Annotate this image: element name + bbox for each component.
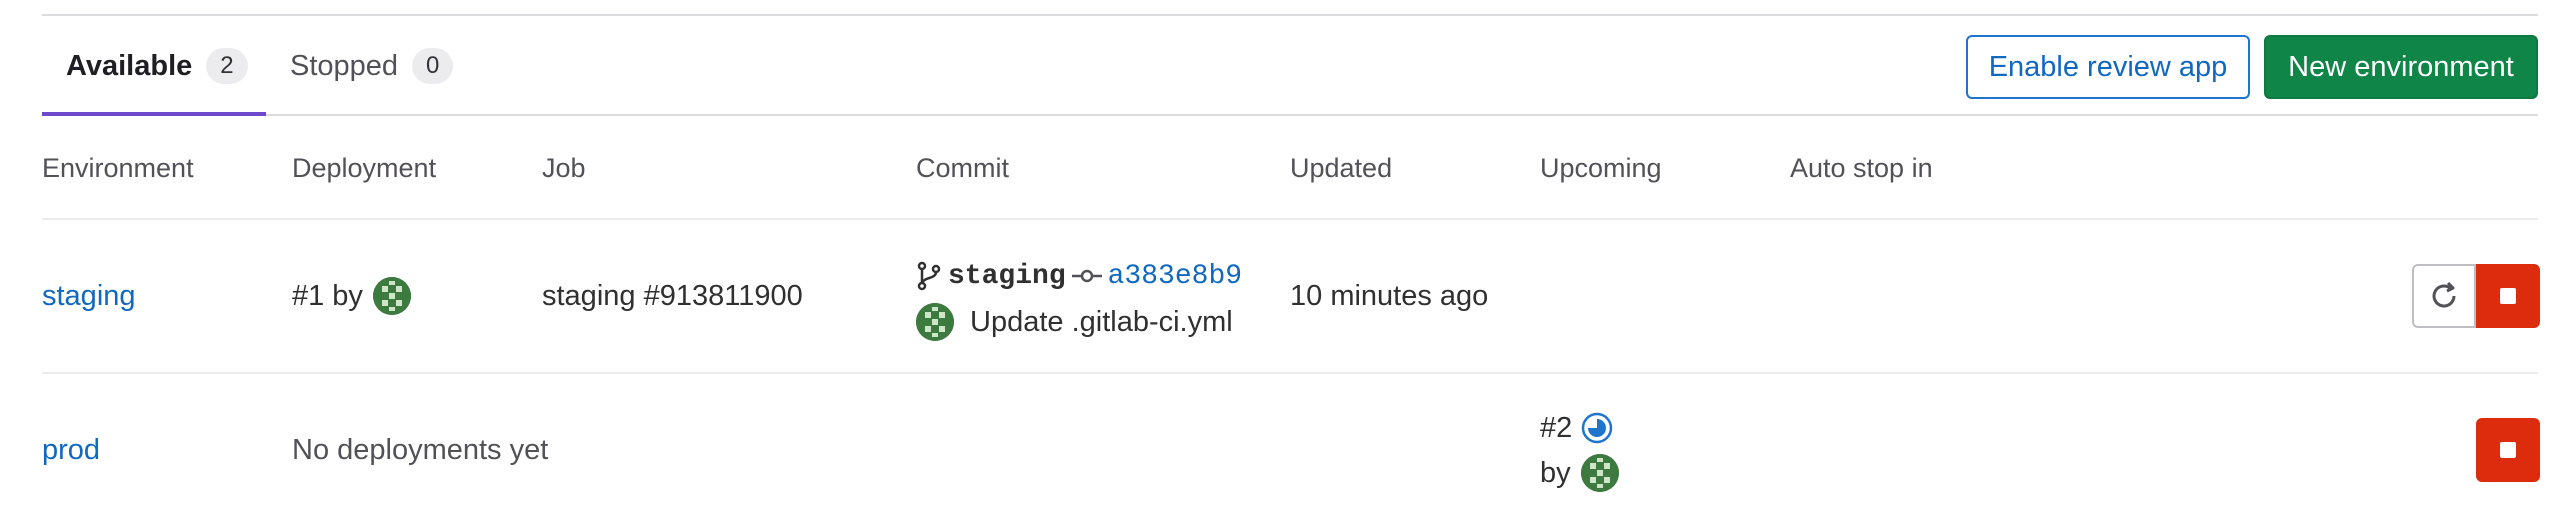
avatar[interactable] xyxy=(916,303,954,341)
commit-ref-link[interactable]: staging xyxy=(948,261,1066,292)
commit-sha-link[interactable]: a383e8b9 xyxy=(1108,261,1242,292)
table-row: staging #1 by staging #913811900 staging… xyxy=(42,220,2540,374)
new-environment-button[interactable]: New environment xyxy=(2264,35,2538,99)
upcoming-by-line: by xyxy=(1540,450,1619,496)
header-commit: Commit xyxy=(916,152,1009,183)
stop-environment-button[interactable] xyxy=(2476,264,2540,328)
tab-available-label: Available xyxy=(66,49,193,82)
deployment-by: by xyxy=(332,279,363,312)
deployment-cell: #1 by xyxy=(292,220,411,372)
stop-icon xyxy=(2500,442,2516,458)
avatar[interactable] xyxy=(372,277,411,315)
tab-stopped[interactable]: Stopped 0 xyxy=(290,16,454,116)
status-running-icon xyxy=(1580,411,1614,445)
header-updated: Updated xyxy=(1290,152,1393,183)
deployment-id: #1 xyxy=(292,279,325,312)
header-job: Job xyxy=(542,152,586,183)
commit-ref-line: staging a383e8b9 xyxy=(916,256,1242,296)
table-header: Environment Deployment Job Commit Update… xyxy=(42,118,2538,220)
header-upcoming: Upcoming xyxy=(1540,152,1662,183)
branch-icon xyxy=(916,261,942,291)
stop-environment-button[interactable] xyxy=(2476,418,2540,482)
commit-icon xyxy=(1071,266,1102,286)
environment-link-staging[interactable]: staging xyxy=(42,220,136,372)
environments-tabbar: Available 2 Stopped 0 Enable review app … xyxy=(42,16,2538,116)
header-auto-stop: Auto stop in xyxy=(1790,152,1933,183)
avatar-pattern-icon xyxy=(916,303,954,341)
environment-link-prod[interactable]: prod xyxy=(42,374,100,526)
avatar-pattern-icon xyxy=(1580,454,1619,492)
tab-stopped-count: 0 xyxy=(412,48,454,84)
table-row: prod No deployments yet #2 by xyxy=(42,374,2540,528)
commit-title-line: Update .gitlab-ci.yml xyxy=(916,300,1233,344)
header-deployment: Deployment xyxy=(292,152,437,183)
stop-icon xyxy=(2500,288,2516,304)
enable-review-app-button[interactable]: Enable review app xyxy=(1966,35,2250,99)
row-actions xyxy=(2412,264,2540,328)
upcoming-id[interactable]: #2 xyxy=(1540,412,1572,445)
avatar[interactable] xyxy=(1580,454,1619,492)
updated-time: 10 minutes ago xyxy=(1290,279,1489,312)
upcoming-by: by xyxy=(1540,456,1571,489)
upcoming-deployment-line: #2 xyxy=(1540,406,1614,450)
tab-available[interactable]: Available 2 xyxy=(66,16,248,116)
job-link[interactable]: staging #913811900 xyxy=(542,220,803,372)
retry-icon xyxy=(2427,279,2461,313)
commit-title-link[interactable]: Update .gitlab-ci.yml xyxy=(970,306,1233,339)
active-tab-indicator xyxy=(42,112,266,116)
row-actions xyxy=(2476,418,2540,482)
tab-stopped-label: Stopped xyxy=(290,49,399,82)
tab-available-count: 2 xyxy=(206,48,248,84)
deployment-empty-text: No deployments yet xyxy=(292,433,549,466)
avatar-pattern-icon xyxy=(372,277,411,315)
header-environment: Environment xyxy=(42,152,194,183)
redeploy-button[interactable] xyxy=(2412,264,2476,328)
